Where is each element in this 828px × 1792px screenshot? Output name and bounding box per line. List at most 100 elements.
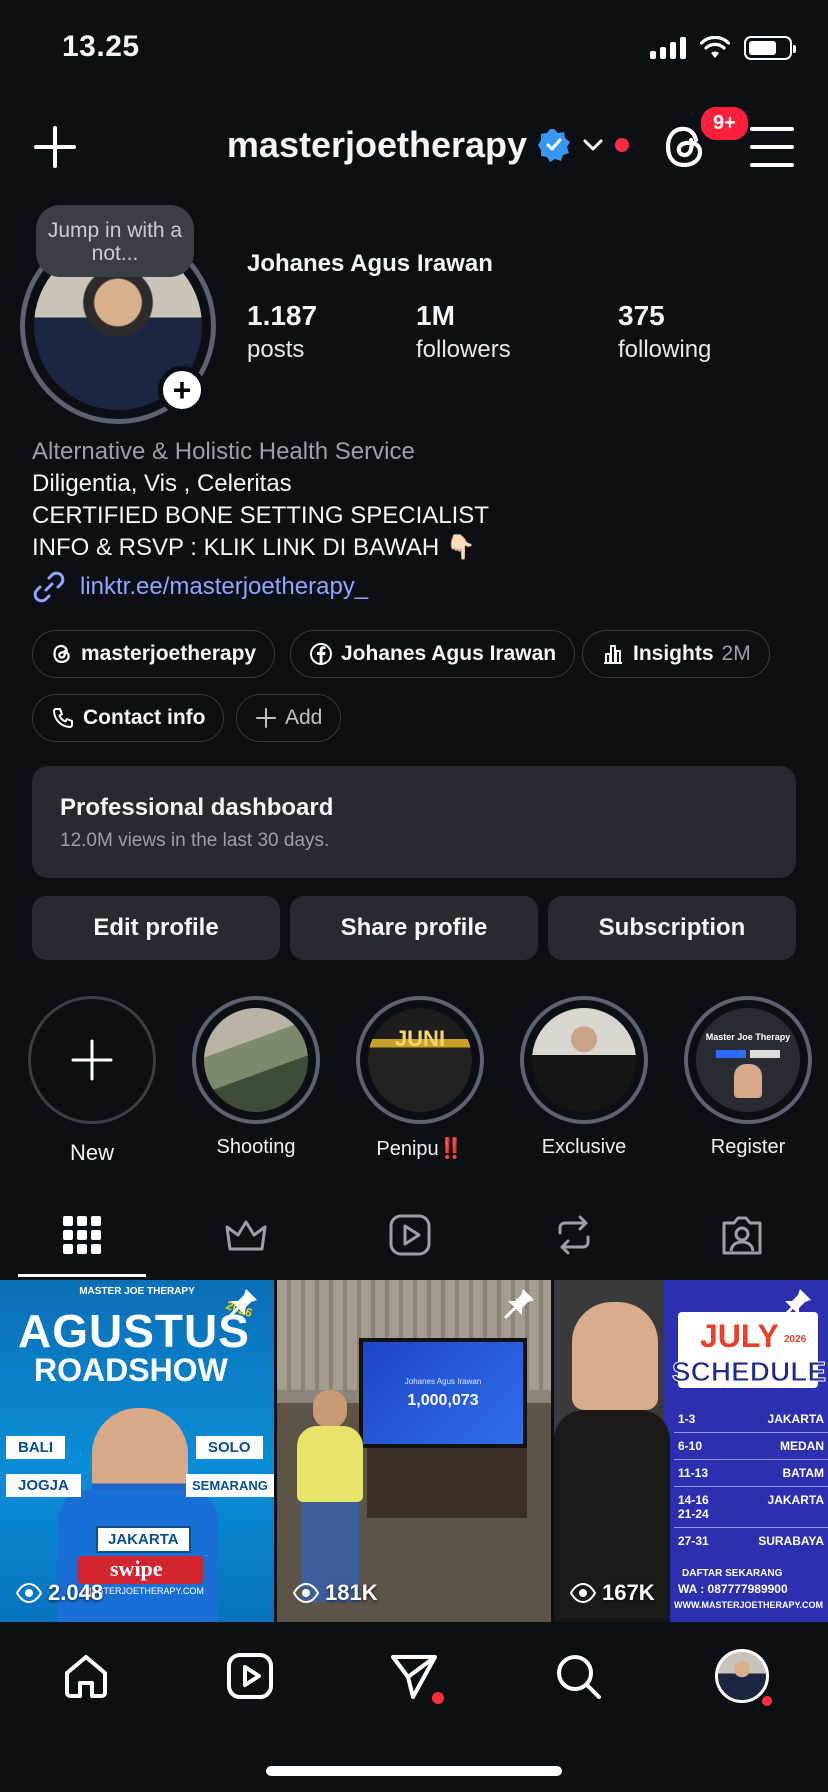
profile-avatar [715,1649,769,1703]
bio-line: INFO & RSVP : KLIK LINK DI BAWAH 👇🏻 [32,534,476,561]
phone-icon [53,708,73,728]
signal-icon [650,37,686,59]
tab-indicator [18,1274,146,1277]
threads-chip[interactable]: masterjoetherapy [32,630,276,678]
subscription-button[interactable]: Subscription [548,896,796,960]
menu-icon[interactable] [750,127,794,167]
reels-icon [227,1653,273,1699]
chevron-down-icon [583,139,603,151]
post-month: JULY [700,1318,779,1354]
schedule-row: 14-16 21-24 JAKARTA [674,1487,828,1528]
post-cabinet [367,1448,527,1518]
note-bubble[interactable]: Jump in with a not... [36,205,194,277]
highlight-shooting[interactable]: Shooting [191,996,321,1159]
status-time: 13.25 [62,30,140,63]
add-story-icon[interactable]: + [158,366,206,414]
post-tile[interactable]: MASTER JOE THERAPY AGUSTUS ROADSHOW 2026… [0,1280,274,1622]
schedule-city: MEDAN [780,1439,824,1453]
tab-subscriptions[interactable] [216,1210,276,1260]
stat-value: 1M [416,300,455,331]
full-name: Johanes Agus Irawan [247,250,493,277]
stat-label: following [618,336,712,363]
chip-label: masterjoetherapy [81,642,257,665]
nav-search[interactable] [550,1648,606,1704]
highlight-cover-text: JUNI [394,1026,446,1051]
stat-posts[interactable]: 1.187 posts [247,300,317,364]
views-count: 167K [602,1580,655,1605]
link-text: linktr.ee/masterjoetherapy_ [80,573,369,600]
insights-icon [604,645,622,664]
facebook-chip[interactable]: Johanes Agus Irawan [290,630,576,678]
stat-following[interactable]: 375 following [618,300,711,364]
schedule-dates: 14-16 21-24 [678,1493,709,1521]
post-tv: Johanes Agus Irawan 1,000,073 [359,1338,527,1448]
highlight-penipu[interactable]: JUNI Penipu‼️ [355,996,485,1161]
unread-dot [760,1694,774,1708]
chip-label: Insights [633,642,714,665]
unread-dot [615,138,630,152]
nav-reels[interactable] [222,1648,278,1704]
post-wa: WA : 087777989900 [678,1582,788,1596]
bio: Alternative & Holistic Health Service Di… [32,436,489,564]
add-chip[interactable]: Add [236,694,342,742]
highlight-label: Register [710,1136,786,1158]
nav-home[interactable] [58,1648,114,1704]
reels-icon [389,1214,431,1256]
contact-info-chip[interactable]: Contact info [32,694,225,742]
tab-reels[interactable] [380,1210,440,1260]
schedule-row: 11-13 BATAM [674,1460,828,1487]
schedule-row: 6-10 MEDAN [674,1433,828,1460]
post-city: BALI [6,1436,65,1459]
stat-label: followers [416,336,511,363]
chip-label: Contact info [83,706,206,729]
post-tile[interactable]: Johanes Agus Irawan 1,000,073 181K [277,1280,551,1622]
plus-icon [256,708,276,728]
highlight-label: Shooting [216,1136,296,1158]
home-icon [65,1655,107,1698]
status-icons [650,36,796,60]
tab-grid[interactable] [52,1210,112,1260]
post-person-head [572,1302,658,1410]
schedule-dates: 11-13 [678,1466,709,1480]
post-city: SEMARANG [186,1474,274,1497]
post-title: SCHEDULE [671,1356,827,1388]
highlight-exclusive[interactable]: Exclusive [519,996,649,1159]
tab-tagged[interactable] [712,1210,772,1260]
chip-label: Add [285,706,323,729]
schedule-city: BATAM [782,1466,824,1480]
edit-profile-button[interactable]: Edit profile [32,896,280,960]
stat-followers[interactable]: 1M followers [416,300,511,364]
highlight-new[interactable]: New [27,996,157,1166]
share-profile-button[interactable]: Share profile [290,896,538,960]
schedule-dates: 27-31 [678,1534,709,1548]
schedule-table: 1-3 JAKARTA 6-10 MEDAN 11-13 BATAM 14-16… [674,1406,828,1554]
plus-icon [71,1039,113,1081]
nav-messages[interactable] [386,1648,444,1704]
post-cta: DAFTAR SEKARANG [682,1568,783,1579]
stat-value: 1.187 [247,300,318,331]
post-screen-name: Johanes Agus Irawan [404,1376,482,1386]
views-count: 181K [325,1580,378,1605]
pin-icon [781,1289,811,1319]
tab-reposts[interactable] [544,1210,604,1260]
post-views: 181K [293,1580,378,1606]
bio-link[interactable]: linktr.ee/masterjoetherapy_ [32,570,368,604]
stat-value: 375 [618,300,665,331]
post-site: WWW.MASTERJOETHERAPY.COM [674,1600,824,1610]
post-screen-count: 1,000,073 [407,1391,479,1409]
professional-dashboard[interactable]: Professional dashboard 12.0M views in th… [32,766,796,878]
username-title: masterjoetherapy [226,124,528,165]
reposts-icon [558,1215,590,1255]
eye-icon [16,1583,42,1603]
search-icon [557,1655,601,1699]
bio-line: CERTIFIED BONE SETTING SPECIALIST [32,502,489,529]
nav-profile[interactable] [714,1648,774,1708]
home-indicator [266,1766,562,1776]
schedule-city: JAKARTA [767,1493,824,1507]
highlight-register[interactable]: Master Joe Therapy Register [683,996,813,1159]
post-person-shirt [297,1426,363,1502]
insights-chip[interactable]: Insights 2M [582,630,770,678]
schedule-city: SURABAYA [758,1534,824,1548]
views-count: 2.048 [48,1580,104,1605]
post-tile[interactable]: JULY 2026 SCHEDULE 1-3 JAKARTA 6-10 MEDA… [554,1280,828,1622]
